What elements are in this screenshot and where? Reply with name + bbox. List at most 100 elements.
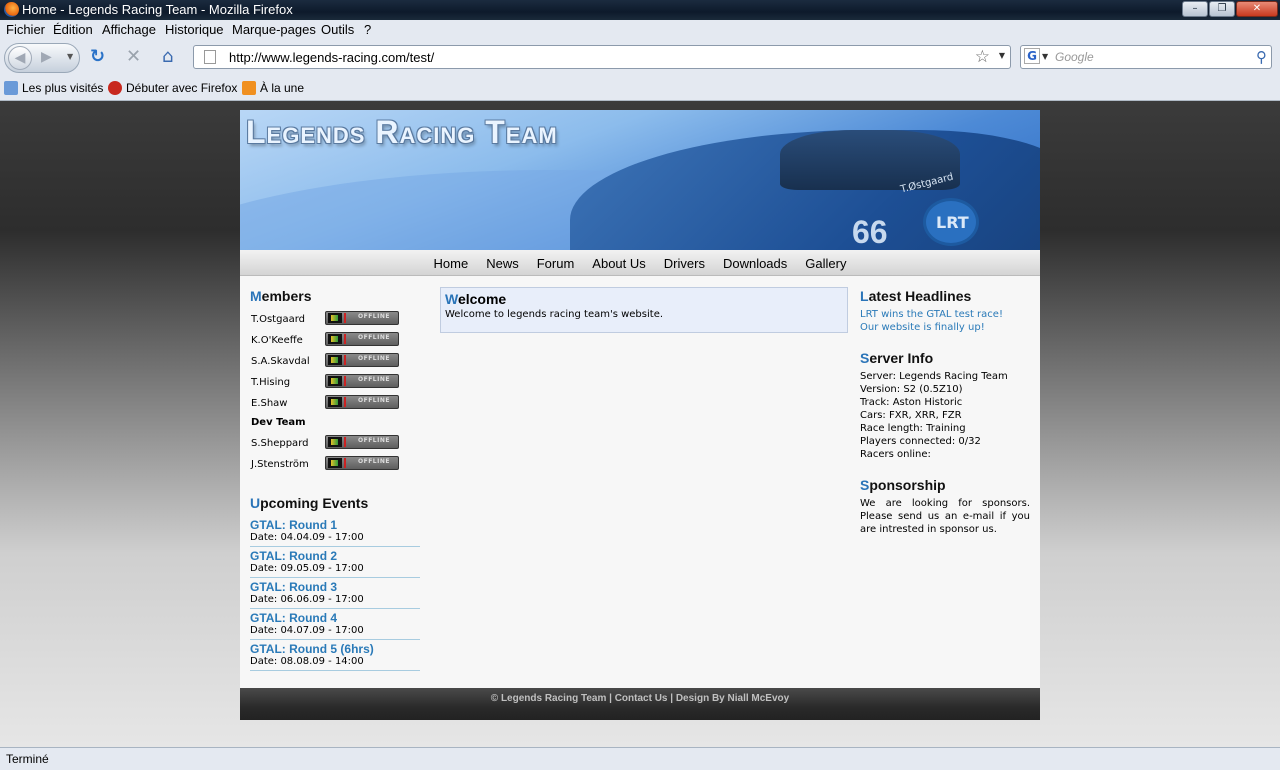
nav-news[interactable]: News	[477, 256, 528, 271]
server-line: Cars: FXR, XRR, FZR	[860, 410, 962, 421]
bookmarks-toolbar: Les plus visités Débuter avec Firefox À …	[0, 76, 1280, 101]
search-input[interactable]: Google	[1055, 50, 1094, 64]
member-name[interactable]: K.O'Keeffe	[251, 335, 303, 346]
heading-rest: pcoming Events	[260, 495, 369, 511]
menu-fichier[interactable]: Fichier	[6, 22, 45, 37]
engine-dropdown-icon[interactable]: ▼	[1042, 52, 1048, 61]
back-icon[interactable]: ◀	[8, 46, 32, 70]
member-name[interactable]: S.Sheppard	[251, 438, 308, 449]
lfs-icon	[328, 397, 342, 407]
page-viewport: 66 T.Østgaard LRT Legends Racing Team Ho…	[0, 101, 1280, 747]
server-line: Race length: Training	[860, 423, 966, 434]
server-line: Track: Aston Historic	[860, 397, 963, 408]
event-title[interactable]: GTAL: Round 4	[250, 611, 420, 625]
lrt-badge-text: LRT	[936, 213, 969, 232]
welcome-box: Welcome Welcome to legends racing team's…	[440, 287, 848, 333]
headline-link[interactable]: LRT wins the GTAL test race!	[860, 308, 1030, 321]
reload-icon[interactable]: ↻	[90, 48, 105, 66]
history-dropdown-icon[interactable]: ▼	[67, 52, 73, 61]
forward-icon[interactable]: ▶	[41, 49, 52, 65]
member-name[interactable]: T.Ostgaard	[251, 314, 305, 325]
status-divider	[344, 313, 346, 323]
lfs-icon	[328, 458, 342, 468]
sponsor-heading: Sponsorship	[860, 477, 1030, 493]
nav-home[interactable]: Home	[425, 256, 478, 271]
status-text: OFFLINE	[358, 458, 390, 465]
heading-initial: S	[860, 477, 870, 493]
member-name[interactable]: S.A.Skavdal	[251, 356, 310, 367]
latest-headlines: Latest Headlines LRT wins the GTAL test …	[860, 288, 1030, 334]
nav-downloads[interactable]: Downloads	[714, 256, 796, 271]
minimize-button[interactable]: –	[1182, 1, 1208, 17]
event-title[interactable]: GTAL: Round 2	[250, 549, 420, 563]
menu-outils[interactable]: Outils	[321, 22, 354, 37]
members-heading: Members	[250, 288, 420, 304]
status-divider	[344, 458, 346, 468]
heading-rest: ponsorship	[869, 477, 946, 493]
menu-help[interactable]: ?	[364, 22, 371, 37]
lfs-icon	[328, 334, 342, 344]
sponsorship: Sponsorship We are looking for sponsors.…	[860, 477, 1030, 536]
nav-about-us[interactable]: About Us	[583, 256, 654, 271]
nav-drivers[interactable]: Drivers	[655, 256, 714, 271]
stop-icon[interactable]: ✕	[126, 48, 141, 66]
menu-historique[interactable]: Historique	[165, 22, 224, 37]
close-button[interactable]: ✕	[1236, 1, 1278, 17]
bookmark-news-feed[interactable]: À la une	[242, 81, 304, 95]
member-row: S.Sheppard OFFLINE	[250, 434, 420, 455]
home-icon[interactable]: ⌂	[162, 48, 173, 66]
member-row: S.A.Skavdal OFFLINE	[250, 352, 420, 373]
heading-initial: U	[250, 495, 261, 511]
nav-gallery[interactable]: Gallery	[796, 256, 855, 271]
bookmark-getting-started[interactable]: Débuter avec Firefox	[108, 81, 237, 95]
nav-forum[interactable]: Forum	[528, 256, 584, 271]
site-header: 66 T.Østgaard LRT Legends Racing Team	[240, 110, 1040, 250]
server-heading: Server Info	[860, 350, 1030, 366]
bookmark-star-icon[interactable]: ☆	[975, 47, 990, 67]
site-nav: Home News Forum About Us Drivers Downloa…	[240, 250, 1040, 276]
event-date: Date: 09.05.09 - 17:00	[250, 563, 364, 574]
event-date: Date: 06.06.09 - 17:00	[250, 594, 364, 605]
status-divider	[344, 437, 346, 447]
server-line: Players connected: 0/32	[860, 436, 981, 447]
status-badge: OFFLINE	[325, 395, 399, 409]
url-text[interactable]: http://www.legends-racing.com/test/	[229, 50, 434, 65]
member-name[interactable]: T.Hising	[251, 377, 290, 388]
search-icon[interactable]: ⚲	[1256, 48, 1267, 66]
headline-link[interactable]: Our website is finally up!	[860, 321, 1030, 334]
member-name[interactable]: E.Shaw	[251, 398, 288, 409]
event-title[interactable]: GTAL: Round 5 (6hrs)	[250, 642, 420, 656]
footer-text[interactable]: © Legends Racing Team | Contact Us | Des…	[491, 693, 789, 704]
server-line: Server: Legends Racing Team	[860, 371, 1008, 382]
event-title[interactable]: GTAL: Round 1	[250, 518, 420, 532]
maximize-button[interactable]: ❐	[1209, 1, 1235, 17]
heading-rest: elcome	[457, 291, 507, 307]
right-column: Latest Headlines LRT wins the GTAL test …	[860, 288, 1030, 536]
event-title[interactable]: GTAL: Round 3	[250, 580, 420, 594]
google-engine-icon[interactable]: G	[1024, 48, 1040, 64]
url-bar[interactable]: http://www.legends-racing.com/test/ ☆ ▼	[193, 45, 1011, 69]
search-bar[interactable]: G ▼ Google ⚲	[1020, 45, 1272, 69]
event-item: GTAL: Round 2 Date: 09.05.09 - 17:00	[250, 548, 420, 578]
status-badge: OFFLINE	[325, 311, 399, 325]
menu-edition[interactable]: Édition	[53, 22, 93, 37]
upcoming-events: Upcoming Events GTAL: Round 1 Date: 04.0…	[250, 495, 420, 671]
server-line: Version: S2 (0.5Z10)	[860, 384, 963, 395]
member-row: J.Stenström OFFLINE	[250, 455, 420, 476]
menu-affichage[interactable]: Affichage	[102, 22, 156, 37]
firefox-logo-icon	[4, 2, 19, 17]
status-badge: OFFLINE	[325, 353, 399, 367]
menu-marque-pages[interactable]: Marque-pages	[232, 22, 316, 37]
member-name[interactable]: J.Stenström	[251, 459, 309, 470]
events-heading: Upcoming Events	[250, 495, 420, 511]
status-text: OFFLINE	[358, 313, 390, 320]
event-item: GTAL: Round 4 Date: 04.07.09 - 17:00	[250, 610, 420, 640]
bookmark-most-visited[interactable]: Les plus visités	[4, 81, 103, 95]
heading-initial: S	[860, 350, 870, 366]
event-item: GTAL: Round 3 Date: 06.06.09 - 17:00	[250, 579, 420, 609]
status-text: Terminé	[6, 752, 49, 766]
site-logo-title[interactable]: Legends Racing Team	[246, 114, 558, 151]
url-dropdown-icon[interactable]: ▼	[999, 51, 1005, 60]
member-row: K.O'Keeffe OFFLINE	[250, 331, 420, 352]
sponsor-text: We are looking for sponsors. Please send…	[860, 498, 1030, 535]
